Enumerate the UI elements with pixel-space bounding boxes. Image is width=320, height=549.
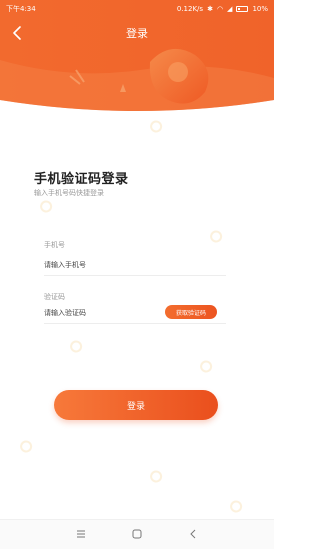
code-label: 验证码 <box>44 293 65 301</box>
watermark-mark <box>228 497 246 515</box>
watermark-mark <box>148 467 166 485</box>
back-button[interactable] <box>8 24 26 42</box>
login-button[interactable]: 登录 <box>54 390 218 420</box>
signal-icon: ◢ <box>227 5 233 13</box>
watermark-mark <box>208 227 226 245</box>
watermark-mark <box>18 437 36 455</box>
menu-button[interactable] <box>74 527 88 541</box>
home-button[interactable] <box>130 527 144 541</box>
phone-divider <box>44 275 226 276</box>
system-nav-bar <box>0 519 274 549</box>
navigation-bar: 登录 <box>0 18 274 48</box>
watermark-mark <box>68 337 86 355</box>
status-indicators: 0.12K/s ✱ ◠ ◢ 10% <box>177 5 268 13</box>
system-back-button[interactable] <box>186 527 200 541</box>
watermark-mark <box>198 357 216 375</box>
code-divider <box>44 323 226 324</box>
get-code-button[interactable]: 获取验证码 <box>165 305 217 319</box>
back-icon <box>190 529 196 539</box>
login-subheading: 输入手机号码快捷登录 <box>34 189 104 197</box>
battery-level: 10% <box>252 5 268 13</box>
phone-input[interactable] <box>44 257 224 273</box>
page-title: 登录 <box>126 27 148 40</box>
phone-label: 手机号 <box>44 241 65 249</box>
status-time: 下午4:34 <box>6 5 36 13</box>
menu-icon <box>77 530 85 538</box>
wifi-icon: ◠ <box>216 5 224 13</box>
login-heading: 手机验证码登录 <box>34 172 129 187</box>
back-arrow-icon <box>13 26 21 40</box>
home-icon <box>132 529 142 539</box>
watermark-mark <box>148 117 166 135</box>
watermark-mark <box>38 197 56 215</box>
bluetooth-icon: ✱ <box>207 5 213 13</box>
code-input[interactable] <box>44 305 159 321</box>
battery-icon <box>236 6 249 12</box>
status-bar: 下午4:34 0.12K/s ✱ ◠ ◢ 10% <box>0 0 274 18</box>
network-speed: 0.12K/s <box>176 5 204 13</box>
